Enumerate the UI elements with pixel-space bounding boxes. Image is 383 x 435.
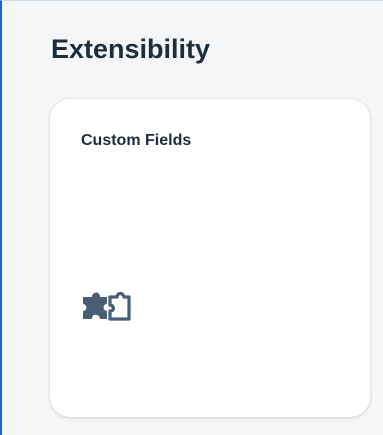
custom-fields-tile[interactable]: Custom Fields — [50, 99, 370, 417]
tile-title: Custom Fields — [81, 132, 192, 149]
puzzle-piece-icon — [81, 290, 131, 326]
section-title: Extensibility — [51, 34, 211, 64]
extensibility-section: Extensibility Custom Fields — [0, 0, 383, 435]
